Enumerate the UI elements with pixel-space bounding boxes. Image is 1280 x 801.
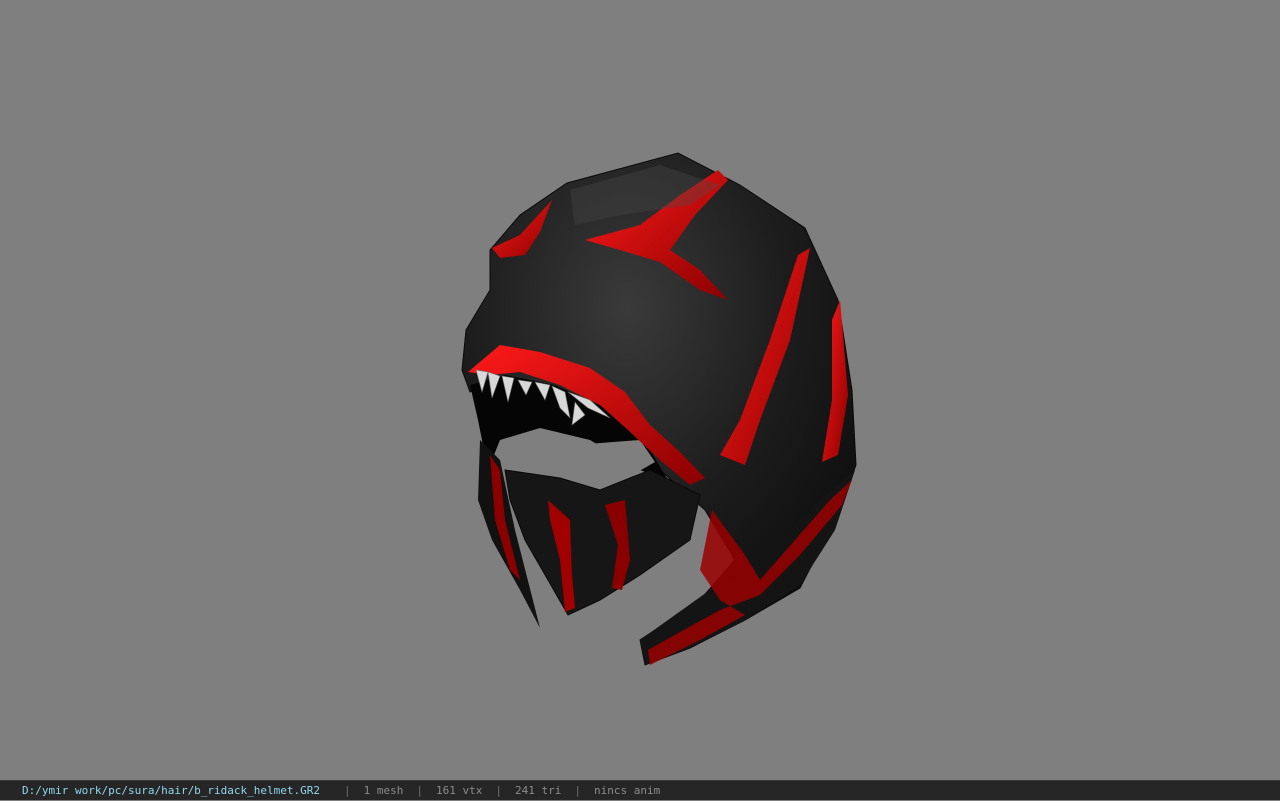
separator: | [495,783,502,797]
triangle-count: 241 tri [515,783,562,797]
status-bar: D:/ymir work/pc/sura/hair/b_ridack_helme… [0,780,1280,800]
file-path: D:/ymir work/pc/sura/hair/b_ridack_helme… [22,783,321,797]
helmet-model [461,152,857,666]
face-guard [504,469,701,616]
3d-viewport[interactable] [0,0,1280,780]
separator: | [574,783,581,797]
vertex-count: 161 vtx [436,783,483,797]
separator: | [344,783,351,797]
animation-status: nincs anim [593,783,661,797]
separator: | [416,783,424,797]
mesh-count: 1 mesh [363,783,404,797]
